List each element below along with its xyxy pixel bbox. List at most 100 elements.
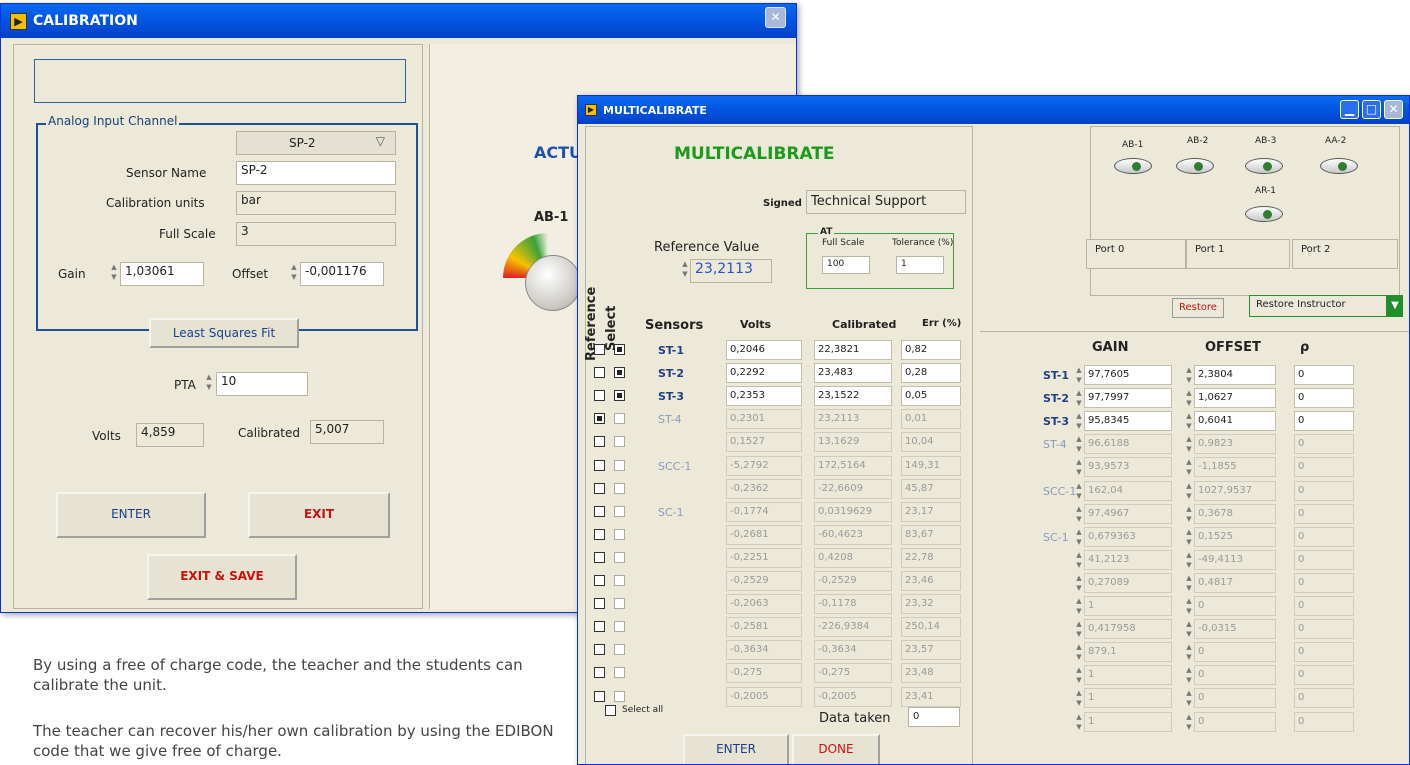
gain-spinner[interactable]: ▲ ▼ xyxy=(1074,411,1084,431)
select-checkbox[interactable] xyxy=(614,575,625,586)
gain-spinner[interactable]: ▲ ▼ xyxy=(1074,457,1084,477)
select-checkbox[interactable] xyxy=(614,459,625,471)
calibration-titlebar[interactable]: ▶ CALIBRATION xyxy=(1,4,796,38)
gain-spinner[interactable]: ▲ ▼ xyxy=(1074,527,1084,547)
gain-spinner[interactable]: ▲ ▼ xyxy=(1074,388,1084,408)
reference-value-spinner[interactable]: ▲ ▼ xyxy=(680,259,690,281)
gain-spinner[interactable]: ▲ ▼ xyxy=(1074,365,1084,385)
offset-spinner[interactable]: ▲ ▼ xyxy=(289,262,299,284)
reference-checkbox[interactable] xyxy=(594,621,605,633)
offset-spinner[interactable]: ▲ ▼ xyxy=(1184,665,1194,685)
pta-input[interactable]: 10 xyxy=(216,372,308,396)
offset-cell[interactable]: 0,6041 xyxy=(1194,411,1276,432)
offset-spinner[interactable]: ▲ ▼ xyxy=(1184,365,1194,385)
gain-cell[interactable]: 97,7605 xyxy=(1084,365,1172,385)
offset-spinner[interactable]: ▲ ▼ xyxy=(1184,388,1194,408)
at-full-scale-input[interactable]: 100 xyxy=(822,256,870,274)
select-checkbox[interactable] xyxy=(614,482,625,494)
gain-spinner[interactable]: ▲ ▼ xyxy=(1074,504,1084,524)
dropdown-arrow-icon[interactable]: ▼ xyxy=(1387,295,1403,317)
restore-button[interactable]: Restore xyxy=(1172,298,1224,318)
least-squares-fit-button[interactable]: Least Squares Fit xyxy=(149,318,299,348)
reference-checkbox[interactable] xyxy=(594,482,605,494)
gain-spinner[interactable]: ▲ ▼ xyxy=(1074,481,1084,501)
reference-checkbox[interactable] xyxy=(594,436,605,448)
ab1-toggle[interactable] xyxy=(1114,158,1152,174)
sensor-name-input[interactable]: SP-2 xyxy=(236,161,396,185)
offset-spinner[interactable]: ▲ ▼ xyxy=(1184,457,1194,477)
select-checkbox[interactable] xyxy=(614,644,625,656)
gain-spinner[interactable]: ▲ ▼ xyxy=(1074,688,1084,708)
gain-spinner[interactable]: ▲ ▼ xyxy=(1074,619,1084,639)
enter-button[interactable]: ENTER xyxy=(56,492,206,538)
offset-spinner[interactable]: ▲ ▼ xyxy=(1184,573,1194,593)
reference-checkbox[interactable] xyxy=(594,551,605,563)
rho-cell[interactable]: 0 xyxy=(1294,411,1354,432)
offset-spinner[interactable]: ▲ ▼ xyxy=(1184,688,1194,708)
select-all-checkbox[interactable] xyxy=(605,705,616,716)
gain-spinner[interactable]: ▲ ▼ xyxy=(1074,573,1084,593)
multicalibrate-enter-button[interactable]: ENTER xyxy=(683,734,789,764)
gain-spinner[interactable]: ▲ ▼ xyxy=(1074,642,1084,662)
gain-spinner[interactable]: ▲ ▼ xyxy=(1074,665,1084,685)
pta-spinner[interactable]: ▲ ▼ xyxy=(204,372,214,394)
aa2-toggle[interactable] xyxy=(1320,158,1358,174)
select-checkbox[interactable] xyxy=(614,390,625,402)
offset-spinner[interactable]: ▲ ▼ xyxy=(1184,712,1194,732)
reference-checkbox[interactable] xyxy=(594,505,605,517)
rho-cell[interactable]: 0 xyxy=(1294,388,1354,409)
select-checkbox[interactable] xyxy=(614,344,625,355)
gain-spinner[interactable]: ▲ ▼ xyxy=(1074,596,1084,616)
select-checkbox[interactable] xyxy=(614,551,625,563)
port-1-tab[interactable]: Port 1 xyxy=(1186,239,1290,269)
offset-spinner[interactable]: ▲ ▼ xyxy=(1184,411,1194,431)
reference-checkbox[interactable] xyxy=(594,644,605,656)
select-checkbox[interactable] xyxy=(614,690,625,702)
offset-spinner[interactable]: ▲ ▼ xyxy=(1184,596,1194,616)
reference-checkbox[interactable] xyxy=(594,390,605,402)
ab3-toggle[interactable] xyxy=(1245,158,1283,174)
gain-spinner[interactable]: ▲ ▼ xyxy=(109,262,119,284)
gain-input[interactable]: 1,03061 xyxy=(120,262,204,286)
reference-checkbox[interactable] xyxy=(594,667,605,679)
offset-spinner[interactable]: ▲ ▼ xyxy=(1184,527,1194,547)
offset-spinner[interactable]: ▲ ▼ xyxy=(1184,434,1194,454)
offset-spinner[interactable]: ▲ ▼ xyxy=(1184,619,1194,639)
reference-checkbox[interactable] xyxy=(594,598,605,610)
offset-cell[interactable]: 1,0627 xyxy=(1194,388,1276,409)
port-0-tab[interactable]: Port 0 xyxy=(1086,239,1186,269)
reference-checkbox[interactable] xyxy=(594,413,605,425)
close-button[interactable]: ✕ xyxy=(1384,100,1403,119)
multicalibrate-done-button[interactable]: DONE xyxy=(792,734,880,764)
select-checkbox[interactable] xyxy=(614,667,625,679)
at-tolerance-input[interactable]: 1 xyxy=(896,256,944,274)
reference-checkbox[interactable] xyxy=(594,528,605,540)
offset-cell[interactable]: 2,3804 xyxy=(1194,365,1276,385)
rho-cell[interactable]: 0 xyxy=(1294,365,1354,385)
offset-spinner[interactable]: ▲ ▼ xyxy=(1184,504,1194,524)
ab2-toggle[interactable] xyxy=(1176,158,1214,174)
maximize-button[interactable]: □ xyxy=(1362,100,1381,119)
select-checkbox[interactable] xyxy=(614,413,625,425)
reference-checkbox[interactable] xyxy=(594,575,605,586)
select-checkbox[interactable] xyxy=(614,528,625,540)
offset-spinner[interactable]: ▲ ▼ xyxy=(1184,481,1194,501)
reference-checkbox[interactable] xyxy=(594,690,605,702)
ar1-toggle[interactable] xyxy=(1245,206,1283,222)
gain-spinner[interactable]: ▲ ▼ xyxy=(1074,550,1084,570)
select-checkbox[interactable] xyxy=(614,621,625,633)
gain-cell[interactable]: 95,8345 xyxy=(1084,411,1172,432)
gain-cell[interactable]: 97,7997 xyxy=(1084,388,1172,409)
close-button[interactable]: ✕ xyxy=(765,7,786,28)
select-checkbox[interactable] xyxy=(614,598,625,610)
gain-spinner[interactable]: ▲ ▼ xyxy=(1074,434,1084,454)
offset-spinner[interactable]: ▲ ▼ xyxy=(1184,550,1194,570)
reference-checkbox[interactable] xyxy=(594,459,605,471)
reference-checkbox[interactable] xyxy=(594,367,605,379)
minimize-button[interactable]: ▁ xyxy=(1340,100,1359,119)
select-checkbox[interactable] xyxy=(614,505,625,517)
multicalibrate-titlebar[interactable]: ▶ MULTICALIBRATE xyxy=(578,96,1409,124)
exit-and-save-button[interactable]: EXIT & SAVE xyxy=(147,554,297,600)
exit-button[interactable]: EXIT xyxy=(248,492,390,538)
reference-checkbox[interactable] xyxy=(594,344,605,355)
